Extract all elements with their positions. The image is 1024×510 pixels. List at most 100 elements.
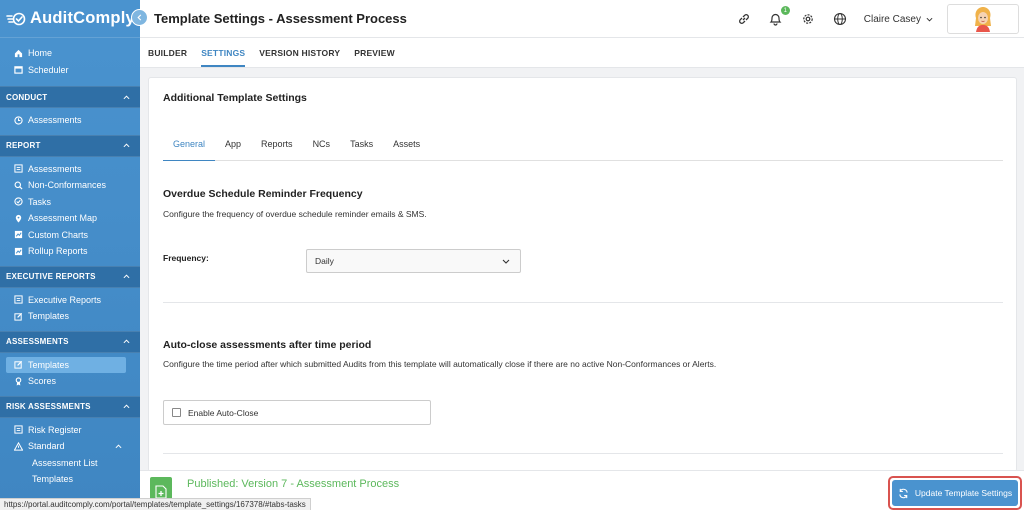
- sidebar-item-executive-reports[interactable]: Executive Reports: [0, 292, 140, 309]
- subnav-tabs: BUILDER SETTINGS VERSION HISTORY PREVIEW: [140, 38, 1024, 68]
- sidebar-item-label: Non-Conformances: [28, 180, 107, 191]
- app-name: AuditComply: [30, 9, 135, 27]
- chevron-up-icon: [123, 94, 130, 99]
- refresh-icon: [899, 488, 908, 498]
- sidebar-item-label: Assessment List: [32, 457, 98, 468]
- app-logo[interactable]: AuditComply: [0, 0, 140, 38]
- sidebar-item-scheduler[interactable]: Scheduler: [0, 62, 140, 79]
- sidebar-item-rollup-reports[interactable]: Rollup Reports: [0, 243, 140, 260]
- tab-assets[interactable]: Assets: [383, 139, 430, 161]
- frequency-label: Frequency:: [163, 253, 209, 263]
- tab-builder[interactable]: BUILDER: [148, 38, 187, 67]
- chevron-up-icon: [123, 143, 130, 148]
- frequency-value: Daily: [315, 256, 334, 266]
- settings-tabs: General App Reports NCs Tasks Assets: [163, 139, 1003, 161]
- header-actions: 1 Claire Casey: [736, 0, 1024, 38]
- user-name: Claire Casey: [863, 13, 921, 25]
- sidebar-item-exec-templates[interactable]: Templates: [0, 308, 140, 325]
- sidebar-item-label: Templates: [28, 359, 70, 370]
- chevron-up-icon: [115, 444, 122, 448]
- gear-icon[interactable]: [800, 11, 816, 27]
- sidebar-item-label: Assessment Map: [28, 213, 98, 224]
- chevron-up-icon: [123, 404, 130, 409]
- sidebar-item-home[interactable]: Home: [0, 45, 140, 62]
- tab-general[interactable]: General: [163, 139, 216, 161]
- autoclose-section-description: Configure the time period after which su…: [163, 359, 717, 369]
- sidebar-item-report-assessments[interactable]: Assessments: [0, 161, 140, 178]
- tab-settings[interactable]: SETTINGS: [201, 38, 246, 67]
- sidebar-item-standard-label-wrap: Standard: [13, 441, 65, 451]
- tab-reports[interactable]: Reports: [251, 139, 303, 161]
- sidebar-item-label: Risk Register: [28, 424, 82, 435]
- update-button-label: Update Template Settings: [914, 488, 1013, 498]
- section-divider: [163, 302, 1003, 303]
- update-template-settings-button[interactable]: Update Template Settings: [892, 480, 1018, 506]
- list-icon: [13, 295, 23, 305]
- sidebar-item-standard[interactable]: Standard: [0, 438, 140, 455]
- enable-auto-close-checkbox[interactable]: Enable Auto-Close: [163, 400, 431, 425]
- sidebar-section-risk-assessments[interactable]: RISK ASSESSMENTS: [0, 395, 140, 418]
- sidebar-item-label: Scheduler: [28, 64, 69, 75]
- sidebar-item-assessment-list[interactable]: Assessment List: [0, 455, 140, 472]
- warning-icon: [13, 441, 23, 451]
- link-icon[interactable]: [736, 11, 752, 27]
- logo-icon: [6, 12, 26, 25]
- tab-tasks[interactable]: Tasks: [340, 139, 383, 161]
- sidebar: AuditComply Home Scheduler CONDUCT Asses…: [0, 0, 140, 510]
- autoclose-section-title: Auto-close assessments after time period: [163, 339, 372, 351]
- chevron-down-icon: [926, 17, 933, 21]
- tab-app[interactable]: App: [215, 139, 251, 161]
- sidebar-item-label: Tasks: [28, 196, 52, 207]
- published-version-text: Published: Version 7 - Assessment Proces…: [187, 478, 400, 490]
- notification-badge: 1: [780, 6, 790, 15]
- chart-icon: [13, 246, 23, 256]
- avatar-icon: [975, 7, 991, 32]
- overdue-section-description: Configure the frequency of overdue sched…: [163, 209, 427, 219]
- clock-icon: [13, 115, 23, 125]
- tab-version-history[interactable]: VERSION HISTORY: [259, 38, 340, 67]
- sidebar-item-assessment-map[interactable]: Assessment Map: [0, 210, 140, 227]
- chevron-down-icon: [502, 259, 510, 264]
- tab-preview[interactable]: PREVIEW: [354, 38, 395, 67]
- sidebar-collapse-button[interactable]: [131, 9, 148, 26]
- checkbox[interactable]: [172, 408, 181, 417]
- edit-icon: [13, 311, 23, 321]
- sidebar-item-label: Scores: [28, 376, 57, 387]
- sidebar-item-label: Standard: [28, 441, 65, 452]
- sidebar-item-assessment-templates[interactable]: Templates: [6, 356, 126, 373]
- frequency-select[interactable]: Daily: [306, 249, 521, 273]
- section-title: ASSESSMENTS: [6, 337, 69, 346]
- sidebar-item-risk-register[interactable]: Risk Register: [0, 422, 140, 439]
- section-divider: [163, 453, 1003, 454]
- sidebar-item-label: Executive Reports: [28, 294, 102, 305]
- list-icon: [13, 164, 23, 174]
- chevron-up-icon: [123, 339, 130, 344]
- sidebar-section-assessments[interactable]: ASSESSMENTS: [0, 330, 140, 353]
- sidebar-item-risk-templates[interactable]: Templates: [0, 471, 140, 488]
- sidebar-item-label: Custom Charts: [28, 229, 89, 240]
- sidebar-item-label: Rollup Reports: [28, 246, 88, 257]
- edit-icon: [13, 360, 23, 370]
- chevron-up-icon: [123, 274, 130, 279]
- list-icon: [13, 425, 23, 435]
- settings-card: Additional Template Settings General App…: [148, 77, 1017, 472]
- sidebar-item-non-conformances[interactable]: Non-Conformances: [0, 177, 140, 194]
- sidebar-item-scores[interactable]: Scores: [0, 373, 140, 390]
- sidebar-item-label: Templates: [32, 474, 74, 485]
- sidebar-section-report[interactable]: REPORT: [0, 134, 140, 157]
- sidebar-item-tasks[interactable]: Tasks: [0, 194, 140, 211]
- sidebar-item-conduct-assessments[interactable]: Assessments: [0, 112, 140, 129]
- tab-ncs[interactable]: NCs: [303, 139, 341, 161]
- globe-icon[interactable]: [832, 11, 848, 27]
- sidebar-item-label: Templates: [28, 311, 70, 322]
- sidebar-item-label: Assessments: [28, 163, 82, 174]
- overdue-section-title: Overdue Schedule Reminder Frequency: [163, 188, 363, 200]
- bell-icon[interactable]: 1: [768, 6, 790, 27]
- sidebar-section-conduct[interactable]: CONDUCT: [0, 86, 140, 108]
- user-menu[interactable]: Claire Casey: [864, 14, 933, 25]
- avatar[interactable]: [947, 4, 1019, 34]
- sidebar-item-custom-charts[interactable]: Custom Charts: [0, 227, 140, 244]
- section-title: RISK ASSESSMENTS: [6, 402, 91, 411]
- top-header: Template Settings - Assessment Process 1…: [140, 0, 1024, 38]
- sidebar-section-executive-reports[interactable]: EXECUTIVE REPORTS: [0, 265, 140, 288]
